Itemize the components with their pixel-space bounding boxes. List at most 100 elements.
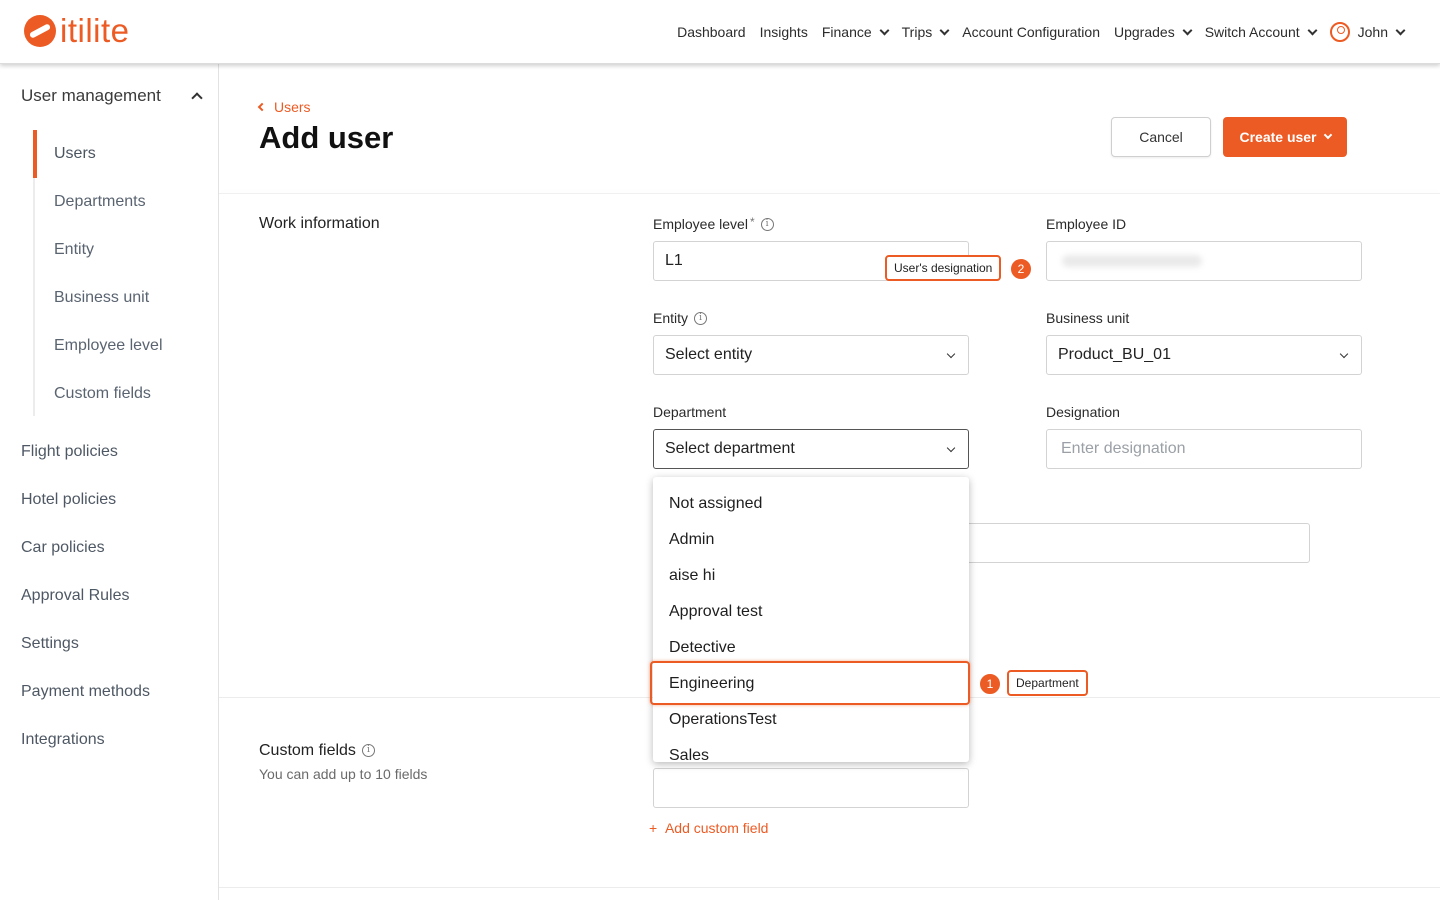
nav-trips[interactable]: Trips [901,24,950,40]
nav-label: Dashboard [677,24,746,40]
custom-field-input[interactable] [653,768,969,808]
sidebar-item-integrations[interactable]: Integrations [21,731,105,749]
chevron-down-icon [1395,25,1406,35]
label-text: Entity [653,310,689,326]
nav-account-configuration[interactable]: Account Configuration [962,24,1100,40]
cancel-button[interactable]: Cancel [1111,117,1211,157]
sidebar-active-indicator [33,130,37,178]
plus-icon: + [649,820,658,836]
employee-id-input[interactable] [1046,241,1362,281]
redacted-value [1062,255,1202,267]
sidebar-item-hotel-policies[interactable]: Hotel policies [21,491,116,509]
sidebar-item-car-policies[interactable]: Car policies [21,539,105,557]
info-icon[interactable]: i [760,217,774,231]
department-select[interactable]: Select department [653,429,969,469]
add-custom-field-link[interactable]: + Add custom field [649,820,768,836]
sidebar-item-flight-policies[interactable]: Flight policies [21,443,118,461]
custom-fields-subtitle: You can add up to 10 fields [259,766,428,782]
nav-finance[interactable]: Finance [821,24,890,40]
business-unit-select[interactable]: Product_BU_01 [1046,335,1362,375]
label-text: Employee level [653,216,748,232]
dropdown-option-operationstest[interactable]: OperationsTest [669,711,777,729]
chevron-down-icon [1323,130,1332,140]
nav-label: Insights [759,24,808,40]
sidebar-item-employee-level[interactable]: Employee level [54,337,163,355]
sidebar-item-custom-fields[interactable]: Custom fields [54,385,151,403]
chevron-down-icon [1339,349,1349,359]
hidden-field-input[interactable] [960,523,1310,563]
breadcrumb-back-link[interactable]: Users [257,99,311,115]
custom-fields-title: Custom fields i [259,742,375,760]
department-label: Department [653,404,726,420]
add-custom-field-label: Add custom field [664,820,769,836]
sidebar-item-users[interactable]: Users [54,145,96,163]
chevron-down-icon [946,349,956,359]
chevron-up-icon [191,92,203,104]
business-unit-value: Product_BU_01 [1058,346,1171,363]
dropdown-option-detective[interactable]: Detective [669,639,736,657]
nav-insights[interactable]: Insights [760,24,808,40]
create-user-button[interactable]: Create user [1223,117,1347,157]
sidebar-group-user-management[interactable]: User management [21,86,203,106]
entity-value: Select entity [665,346,753,363]
section-divider [219,887,1440,888]
nav-dashboard[interactable]: Dashboard [677,24,746,40]
dropdown-option-sales[interactable]: Sales [669,747,709,762]
nav-upgrades[interactable]: Upgrades [1114,24,1193,40]
sidebar: User management Users Departments Entity… [0,64,219,900]
sidebar-item-settings[interactable]: Settings [21,635,79,653]
section-divider [219,193,1440,194]
chevron-down-icon [939,25,950,35]
designation-label: Designation [1046,404,1120,420]
user-name: John [1357,24,1388,40]
sidebar-item-business-unit[interactable]: Business unit [54,289,149,307]
designation-placeholder: Enter designation [1061,440,1186,457]
dropdown-option-not-assigned[interactable]: Not assigned [669,495,762,513]
department-value: Select department [665,440,795,457]
label-text: Designation [1046,404,1120,420]
designation-input[interactable]: Enter designation [1046,429,1362,469]
chevron-down-icon [1182,25,1193,35]
nav-label: Account Configuration [962,24,1100,40]
nav-switch-account[interactable]: Switch Account [1204,24,1318,40]
annotation-label: User's designation [885,255,1002,281]
department-dropdown-menu: Not assigned Admin aise hi Approval test… [653,477,969,762]
entity-select[interactable]: Select entity [653,335,969,375]
employee-level-label: Employee level * i [653,214,774,232]
sidebar-item-departments[interactable]: Departments [54,193,146,211]
label-text: Employee ID [1046,216,1127,232]
label-text: Business unit [1046,310,1130,326]
sidebar-item-approval-rules[interactable]: Approval Rules [21,587,130,605]
nav-label: Upgrades [1114,24,1175,40]
nav-label: Trips [901,24,933,40]
nav-label: Finance [821,24,872,40]
chevron-down-icon [879,25,890,35]
nav-label: Switch Account [1204,24,1300,40]
breadcrumb-label: Users [274,99,311,115]
brand-name: itilite [60,12,130,49]
info-icon[interactable]: i [694,311,708,325]
brand-logo[interactable]: itilite [24,12,130,50]
sidebar-group-label: User management [21,86,161,105]
annotation-number: 2 [1010,258,1032,280]
user-avatar-icon [1329,22,1350,42]
dropdown-option-aise-hi[interactable]: aise hi [669,567,715,585]
annotation-label: Department [1007,670,1088,696]
dropdown-option-approval-test[interactable]: Approval test [669,603,762,621]
create-user-label: Create user [1239,129,1317,145]
sidebar-item-entity[interactable]: Entity [54,241,94,259]
custom-fields-title-text: Custom fields [259,742,356,759]
sidebar-item-payment-methods[interactable]: Payment methods [21,683,150,701]
user-menu[interactable]: John [1329,22,1406,42]
top-navbar: itilite Dashboard Insights Finance Trips… [0,0,1440,64]
label-text: Department [653,404,727,420]
page-title: Add user [259,120,394,155]
info-icon[interactable]: i [361,744,375,758]
chevron-down-icon [946,443,956,453]
employee-id-label: Employee ID [1046,216,1126,232]
required-marker: * [749,214,755,229]
annotation-number: 1 [979,673,1001,695]
business-unit-label: Business unit [1046,310,1129,326]
chevron-left-icon [257,102,267,112]
dropdown-option-admin[interactable]: Admin [669,531,714,549]
